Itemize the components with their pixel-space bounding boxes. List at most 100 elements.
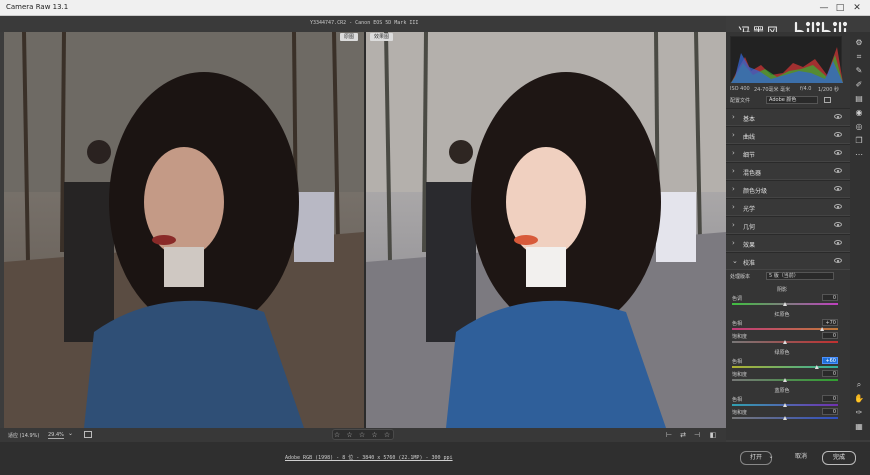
before-image [4, 32, 364, 428]
sampler-icon[interactable]: ✑ [854, 408, 864, 418]
image-view-icon[interactable] [84, 431, 92, 438]
calibration-group-title: 红原色 [774, 312, 790, 318]
calibration-slider[interactable]: 饱和度 0 [732, 408, 838, 420]
section-label: 曲线 [743, 134, 756, 141]
slider-value-field[interactable]: +60 [822, 357, 838, 364]
maximize-button[interactable]: □ [834, 2, 846, 14]
toggle-view-icon[interactable]: ◧ [708, 430, 718, 440]
slider-label: 饱和度 [732, 372, 748, 378]
shutter-value: 1/200 秒 [818, 87, 839, 93]
calibration-group-title: 绿原色 [774, 350, 790, 356]
section-calibration[interactable]: ⌄ 校准 [726, 252, 850, 270]
section-effects[interactable]: › 效果 [726, 234, 850, 252]
calibration-slider[interactable]: 饱和度 0 [732, 370, 838, 382]
chevron-right-icon: › [732, 131, 735, 139]
profile-select[interactable]: Adobe 颜色 [766, 96, 818, 104]
section-detail[interactable]: › 细节 [726, 144, 850, 162]
crop-icon[interactable]: ⌗ [854, 52, 864, 62]
brush-icon[interactable]: ✐ [854, 80, 864, 90]
calibration-slider[interactable]: 色相 +70 [732, 319, 838, 331]
chevron-down-icon: ⌄ [732, 257, 738, 265]
chevron-right-icon: › [732, 239, 735, 247]
eye-icon[interactable] [834, 222, 842, 227]
swap-icon[interactable]: ⇄ [678, 430, 688, 440]
section-grading[interactable]: › 颜色分级 [726, 180, 850, 198]
section-curve[interactable]: › 曲线 [726, 126, 850, 144]
eye-icon[interactable] [834, 114, 842, 119]
process-version-label: 处理版本 [730, 274, 751, 280]
eye-icon[interactable] [834, 186, 842, 191]
section-basic[interactable]: › 基本 [726, 108, 850, 126]
fit-zoom-option[interactable]: 适应 (14.9%) [8, 432, 39, 439]
profile-row: 配置文件 Adobe 颜色 [730, 96, 842, 105]
slider-value-field[interactable]: 0 [822, 370, 838, 377]
slider-label: 色相 [732, 359, 743, 365]
tool-strip: ⚙ ⌗ ✎ ✐ ▤ ◉ ◎ ❐ ⋯ ⌕ ✋ ✑ ▦ [850, 32, 870, 440]
cancel-button[interactable]: 取消 [786, 451, 816, 465]
section-label: 基本 [743, 116, 756, 123]
calibration-slider[interactable]: 色相 0 [732, 395, 838, 407]
slider-value-field[interactable]: 0 [822, 332, 838, 339]
radial-icon[interactable]: ◉ [854, 108, 864, 118]
eye-icon[interactable] [834, 132, 842, 137]
section-mixer[interactable]: › 混色器 [726, 162, 850, 180]
zoom-icon[interactable]: ⌕ [854, 380, 864, 390]
section-optics[interactable]: › 光学 [726, 198, 850, 216]
calibration-slider[interactable]: 饱和度 0 [732, 332, 838, 344]
after-photo[interactable]: 效果图 [366, 32, 726, 428]
edit-panel: ISO 400 24-70毫米 毫米 f/4.0 1/200 秒 配置文件 Ad… [726, 32, 850, 440]
eye-icon[interactable] [834, 150, 842, 155]
grid-overlay-icon[interactable]: ▦ [854, 422, 864, 432]
close-button[interactable]: ✕ [851, 2, 863, 14]
section-label: 几何 [743, 224, 756, 231]
redeye-icon[interactable]: ◎ [854, 122, 864, 132]
histogram [730, 36, 843, 83]
file-name: Y3344747.CR2 - Canon EOS 5D Mark III [310, 20, 419, 26]
profile-label: 配置文件 [730, 98, 751, 104]
eye-icon[interactable] [834, 168, 842, 173]
file-info-bar: Y3344747.CR2 - Canon EOS 5D Mark III [0, 16, 726, 32]
before-label: 原图 [339, 33, 358, 41]
process-version-select[interactable]: 5 版（当前） [766, 272, 834, 280]
section-geometry[interactable]: › 几何 [726, 216, 850, 234]
exif-info: ISO 400 24-70毫米 毫米 f/4.0 1/200 秒 [730, 86, 842, 94]
minimize-button[interactable]: — [818, 2, 830, 14]
gradient-icon[interactable]: ▤ [854, 94, 864, 104]
eye-icon[interactable] [834, 258, 842, 263]
profile-browse-grid-icon[interactable] [824, 97, 831, 103]
done-button[interactable]: 完成 [822, 451, 856, 465]
iso-value: ISO 400 [730, 86, 750, 92]
hand-icon[interactable]: ✋ [854, 394, 864, 404]
calibration-slider[interactable]: 色调 0 [732, 294, 838, 306]
after-label: 效果图 [370, 33, 394, 41]
slider-value-field[interactable]: 0 [822, 408, 838, 415]
section-label: 效果 [743, 242, 756, 249]
workflow-options-link[interactable]: Adobe RGB (1998) - 8 位 - 3840 x 5760 (22… [285, 454, 453, 461]
calibration-slider[interactable]: 色相 +60 [732, 357, 838, 369]
open-dropdown-icon[interactable]: ⌄ [766, 451, 776, 465]
zoom-level[interactable]: 29.4% [48, 432, 64, 439]
chevron-right-icon: › [732, 221, 735, 229]
slider-label: 色调 [732, 296, 743, 302]
eye-icon[interactable] [834, 240, 842, 245]
section-label: 混色器 [743, 170, 762, 177]
slider-value-field[interactable]: 0 [822, 395, 838, 402]
slider-value-field[interactable]: 0 [822, 294, 838, 301]
eye-icon[interactable] [834, 204, 842, 209]
zoom-dropdown-icon[interactable]: ⌄ [68, 430, 73, 437]
rating-stars[interactable]: ☆ ☆ ☆ ☆ ☆ ⊘ [332, 429, 394, 449]
chevron-right-icon: › [732, 185, 735, 193]
presets-icon[interactable]: ❐ [854, 136, 864, 146]
slider-track[interactable] [732, 366, 838, 368]
before-after-icon[interactable]: ⊢ [664, 430, 674, 440]
preview-area[interactable]: 原图 效果图 [4, 32, 726, 428]
heal-icon[interactable]: ✎ [854, 66, 864, 76]
slider-label: 饱和度 [732, 334, 748, 340]
edit-icon[interactable]: ⚙ [854, 38, 864, 48]
before-photo[interactable]: 原图 [4, 32, 364, 428]
chevron-right-icon: › [732, 203, 735, 211]
footer-bar: Adobe RGB (1998) - 8 位 - 3840 x 5760 (22… [0, 442, 870, 475]
copy-settings-icon[interactable]: ⊣ [692, 430, 702, 440]
slider-value-field[interactable]: +70 [822, 319, 838, 326]
more-icon[interactable]: ⋯ [854, 150, 864, 160]
